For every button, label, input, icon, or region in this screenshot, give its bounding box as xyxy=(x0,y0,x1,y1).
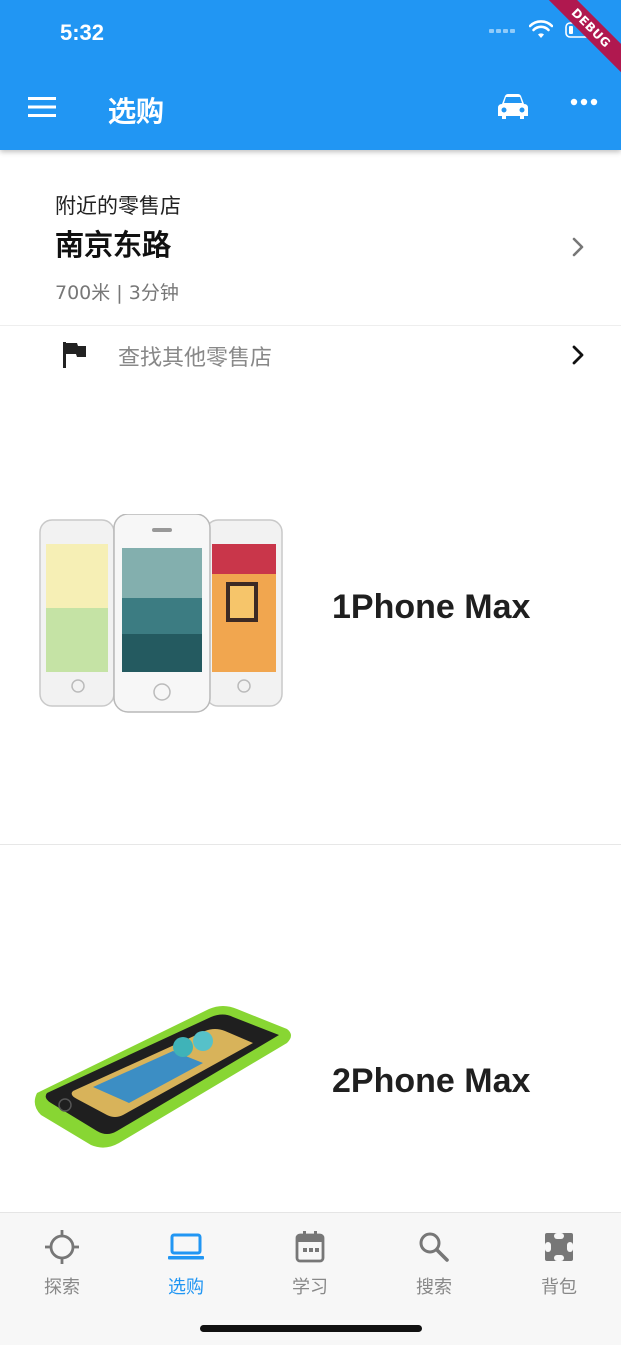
nav-item-shop[interactable]: 选购 xyxy=(124,1229,248,1299)
nav-label: 学习 xyxy=(292,1277,328,1298)
nav-label: 搜索 xyxy=(416,1277,452,1298)
chevron-right-icon xyxy=(572,345,584,365)
product-card[interactable]: 1Phone Max xyxy=(0,386,621,844)
flag-icon xyxy=(63,342,86,368)
calendar-icon xyxy=(295,1231,325,1263)
car-icon[interactable] xyxy=(496,92,530,122)
store-name: 南京东路 xyxy=(55,228,172,262)
product-card[interactable]: 2Phone Max xyxy=(0,845,621,1212)
find-other-stores-label: 查找其他零售店 xyxy=(118,346,273,371)
shopping-bag-icon xyxy=(545,1233,573,1261)
product-image-iphone-trio xyxy=(39,514,283,713)
nav-item-learn[interactable]: 学习 xyxy=(248,1229,372,1299)
nearby-store-card[interactable]: 附近的零售店 南京东路 700米 | 3分钟 xyxy=(0,150,621,326)
laptop-icon xyxy=(168,1233,204,1260)
nav-label: 选购 xyxy=(168,1277,204,1298)
product-image-iphone-5c xyxy=(34,1006,291,1148)
nav-item-bag[interactable]: 背包 xyxy=(497,1229,621,1299)
crosshair-icon xyxy=(45,1230,79,1264)
signal-icon xyxy=(489,29,515,33)
debug-banner: DEBUG xyxy=(534,0,621,85)
nav-label: 背包 xyxy=(541,1277,577,1298)
chevron-right-icon xyxy=(572,237,584,257)
nav-item-explore[interactable]: 探索 xyxy=(0,1229,124,1299)
nav-label: 探索 xyxy=(44,1277,80,1298)
product-name: 2Phone Max xyxy=(332,1062,531,1100)
page-title: 选购 xyxy=(108,95,165,128)
status-time: 5:32 xyxy=(60,20,105,45)
store-distance: 700米 | 3分钟 xyxy=(55,282,179,304)
search-icon xyxy=(419,1232,449,1262)
more-options-icon[interactable] xyxy=(570,98,598,106)
menu-icon[interactable] xyxy=(28,95,56,119)
find-other-stores-row[interactable]: 查找其他零售店 xyxy=(0,326,621,386)
nearby-store-label: 附近的零售店 xyxy=(55,194,181,218)
wifi-icon xyxy=(529,20,553,38)
home-indicator xyxy=(200,1325,422,1332)
app-bar: 5:32 DEBUG 选购 xyxy=(0,0,621,150)
product-name: 1Phone Max xyxy=(332,588,531,626)
nav-item-search[interactable]: 搜索 xyxy=(372,1229,496,1299)
